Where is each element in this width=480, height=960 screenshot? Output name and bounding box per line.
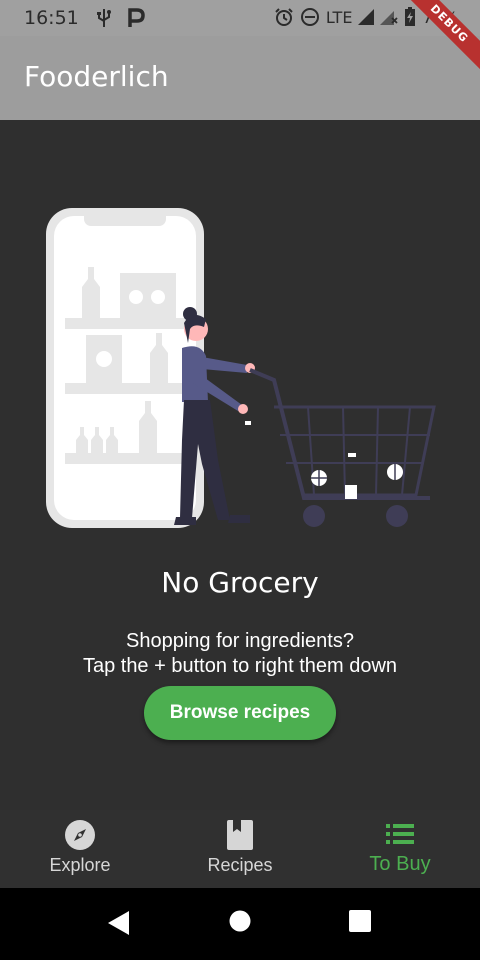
battery-charging-icon — [405, 7, 416, 26]
shopping-illustration — [46, 208, 436, 528]
signal-no-service-icon — [380, 11, 399, 25]
empty-grocery-screen: No Grocery Shopping for ingredients? Tap… — [0, 120, 480, 810]
book-icon — [227, 820, 253, 850]
tab-explore[interactable]: Explore — [0, 810, 160, 888]
status-time: 16:51 — [24, 7, 79, 29]
notification-icons — [95, 8, 145, 28]
network-type: LTE — [325, 7, 353, 27]
parking-icon — [128, 8, 145, 27]
usb-icon — [97, 9, 111, 27]
signal-icon — [358, 9, 375, 25]
tab-explore-label: Explore — [49, 855, 111, 875]
empty-state-message-line-1: Shopping for ingredients? — [126, 630, 354, 652]
empty-state-title: No Grocery — [161, 566, 319, 599]
bottom-navigation: Explore Recipes To Buy — [0, 810, 480, 888]
empty-state-message-line-2: Tap the + button to right them down — [82, 655, 398, 677]
tab-recipes[interactable]: Recipes — [160, 810, 320, 888]
system-navigation-bar — [0, 888, 480, 960]
home-icon[interactable] — [229, 910, 251, 932]
compass-icon — [65, 820, 95, 850]
tab-recipes-label: Recipes — [207, 855, 273, 875]
alarm-icon — [275, 8, 293, 26]
back-icon[interactable] — [107, 910, 131, 936]
tab-to-buy[interactable]: To Buy — [320, 810, 480, 888]
do-not-disturb-icon — [300, 8, 319, 26]
browse-recipes-button[interactable]: Browse recipes — [144, 686, 336, 740]
tab-to-buy-label: To Buy — [369, 853, 431, 875]
status-bar: 16:51 LTE 79% — [0, 0, 480, 36]
page-title: Fooderlich — [24, 60, 169, 93]
app-bar: Fooderlich — [0, 36, 480, 120]
list-icon — [386, 824, 414, 844]
recents-icon[interactable] — [349, 910, 371, 932]
